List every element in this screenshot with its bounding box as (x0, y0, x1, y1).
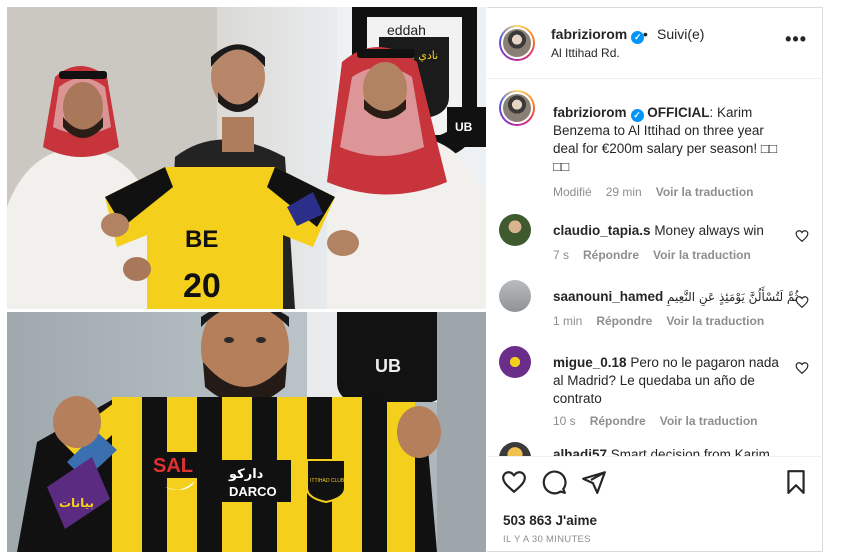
comment-avatar[interactable] (499, 346, 531, 378)
comment-text: migue_0.18 Pero no le pagaron nada al Ma… (553, 354, 783, 408)
follow-status-button[interactable]: Suivi(e) (657, 26, 704, 42)
heart-icon[interactable] (501, 469, 527, 495)
caption-username[interactable]: fabriziorom (553, 105, 627, 120)
post-photo[interactable]: eddah نادي الاتحاد UB (7, 7, 486, 552)
comment-text: saanouni_hamed ثُمَّ لَتُسْأَلُنَّ يَوْم… (553, 288, 803, 306)
post-location[interactable]: Al Ittihad Rd. (551, 46, 620, 60)
caption-avatar[interactable] (499, 90, 535, 126)
translate-link[interactable]: Voir la traduction (653, 248, 751, 262)
post-side-panel: fabriziorom ✓ • Suivi(e) Al Ittihad Rd. •… (487, 7, 823, 552)
banner-text: eddah (387, 22, 426, 38)
caption-edited: Modifié (553, 185, 592, 199)
comment-time: 1 min (553, 314, 583, 328)
caption-meta: Modifié 29 min Voir la traduction (553, 185, 768, 199)
comment-username[interactable]: saanouni_hamed (553, 289, 663, 304)
comment-body: Money always win (654, 223, 764, 238)
jersey-brand: SAL (153, 455, 193, 477)
caption-translate-link[interactable]: Voir la traduction (656, 185, 754, 199)
post-timestamp: IL Y A 30 MINUTES (503, 534, 591, 545)
comment-meta: 10 s Répondre Voir la traduction (553, 414, 772, 428)
comment-text: alhadi57 Smart decision from Karim (553, 446, 803, 456)
comment-avatar[interactable] (499, 214, 531, 246)
like-count[interactable]: 503 863 J'aime (503, 513, 597, 528)
comment-time: 7 s (553, 248, 570, 262)
comment-username[interactable]: alhadi57 (553, 447, 607, 456)
comment-meta: 7 s Répondre Voir la traduction (553, 248, 765, 262)
comment-time: 10 s (553, 414, 576, 428)
comment-username[interactable]: migue_0.18 (553, 355, 627, 370)
caption-time: 29 min (605, 185, 642, 199)
reply-link[interactable]: Répondre (596, 314, 652, 328)
jersey-name-top: BE (185, 226, 218, 253)
comment-avatar[interactable] (499, 442, 531, 456)
photo-top-scene: eddah نادي الاتحاد UB (7, 7, 486, 309)
more-options-icon[interactable]: ••• (785, 30, 807, 48)
comment-like-heart-icon[interactable] (795, 295, 809, 309)
jersey-sponsor-ar: دارکو (228, 467, 264, 482)
verified-badge-icon: ✓ (630, 109, 644, 122)
comment-body: ثُمَّ لَتُسْأَلُنَّ يَوْمَئِذٍ عَنِ النَ… (667, 290, 799, 304)
jersey-number: 20 (183, 267, 221, 305)
comment-like-heart-icon[interactable] (795, 229, 809, 243)
header-separator: • (643, 26, 648, 42)
reply-link[interactable]: Répondre (583, 248, 639, 262)
backdrop-suffix: UB (375, 356, 401, 376)
jersey-crest-label: ITTIHAD CLUB (310, 478, 345, 484)
author-username[interactable]: fabriziorom (551, 26, 627, 42)
photo-bottom-scene: UB بيانات SAL دارکو DARCO ITTIHAD CLUB (7, 312, 486, 552)
comment-like-heart-icon[interactable] (795, 361, 809, 375)
translate-link[interactable]: Voir la traduction (666, 314, 764, 328)
comment-meta: 1 min Répondre Voir la traduction (553, 314, 778, 328)
post-actions-bar: 503 863 J'aime IL Y A 30 MINUTES (487, 456, 823, 553)
sleeve-sponsor: بيانات (59, 496, 94, 510)
comment-text: claudio_tapia.s Money always win (553, 222, 793, 240)
reply-link[interactable]: Répondre (590, 414, 646, 428)
comments-list[interactable]: fabriziorom ✓ OFFICIAL: Karim Benzema to … (487, 80, 823, 456)
share-icon[interactable] (581, 469, 607, 495)
comment-avatar[interactable] (499, 280, 531, 312)
bookmark-icon[interactable] (783, 469, 809, 495)
comment-body: Smart decision from Karim (610, 447, 770, 456)
author-username-row[interactable]: fabriziorom ✓ (551, 26, 645, 44)
caption-text: fabriziorom ✓ OFFICIAL: Karim Benzema to … (553, 104, 793, 176)
comment-username[interactable]: claudio_tapia.s (553, 223, 651, 238)
jersey-sponsor-en: DARCO (229, 484, 277, 499)
comment-icon[interactable] (541, 469, 567, 495)
caption-bold-text: OFFICIAL (647, 105, 710, 120)
author-avatar[interactable] (499, 25, 535, 61)
post-header: fabriziorom ✓ • Suivi(e) Al Ittihad Rd. •… (487, 8, 823, 79)
banner-suffix: UB (455, 120, 473, 134)
translate-link[interactable]: Voir la traduction (660, 414, 758, 428)
